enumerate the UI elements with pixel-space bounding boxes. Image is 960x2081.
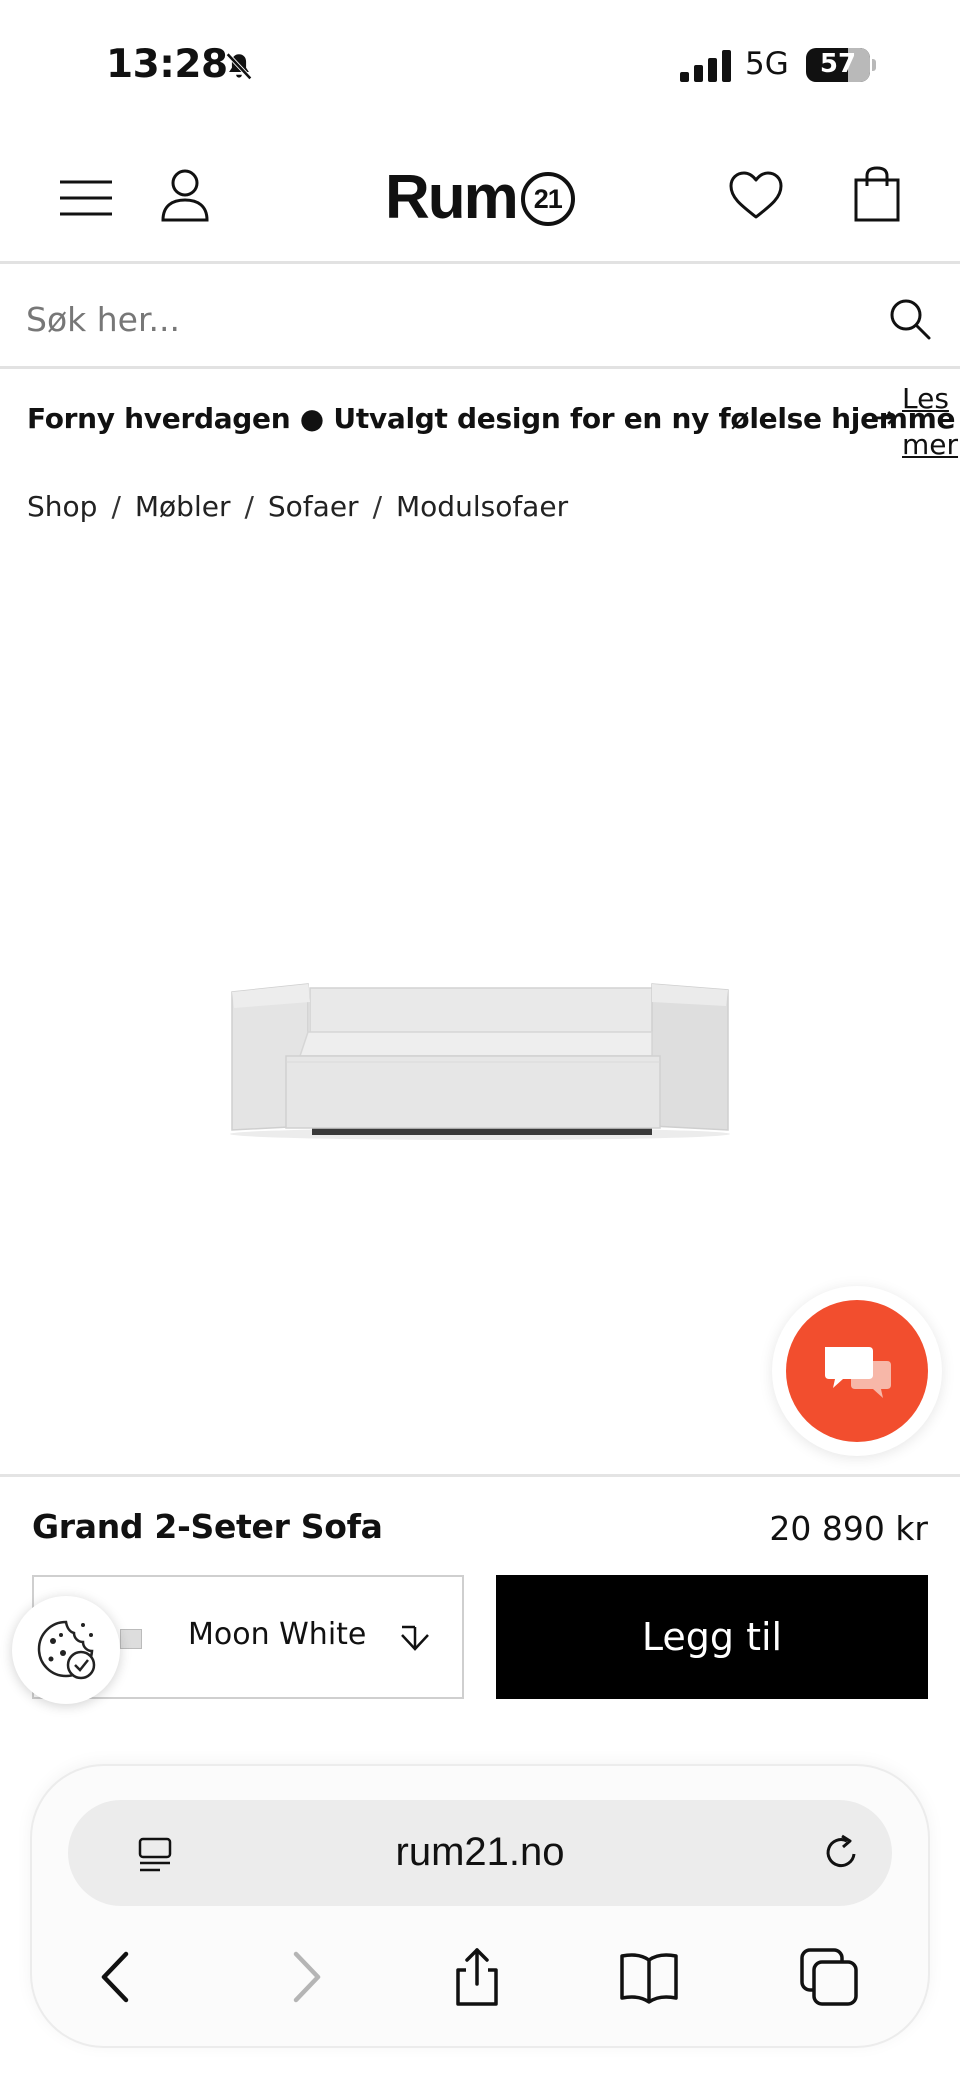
promo-banner: Forny hverdagen ● Utvalgt design for en … (0, 372, 960, 472)
breadcrumb-separator: / (244, 489, 254, 523)
tabs-button[interactable] (798, 1946, 860, 2008)
menu-icon[interactable] (58, 176, 114, 220)
tabs-icon (800, 1948, 858, 2006)
arrow-right-icon: → (870, 398, 897, 436)
site-header: Rum 21 (0, 132, 960, 264)
color-swatch (120, 1629, 142, 1649)
breadcrumb-modulsofaer[interactable]: Modulsofaer (396, 490, 568, 523)
logo-badge: 21 (520, 172, 575, 226)
breadcrumb-mobler[interactable]: Møbler (135, 490, 231, 523)
add-to-cart-button[interactable]: Legg til (496, 1575, 928, 1699)
status-bar: 13:28 5G 57 (0, 0, 960, 132)
bell-muted-icon (226, 52, 252, 80)
share-button[interactable] (446, 1946, 508, 2008)
user-icon[interactable] (160, 168, 210, 222)
product-bar: Grand 2-Seter Sofa 20 890 kr Moon White … (0, 1474, 960, 1774)
reload-icon[interactable] (820, 1832, 862, 1874)
search-input[interactable] (26, 289, 866, 349)
cookie-settings-button[interactable] (12, 1596, 120, 1704)
promo-text: Forny hverdagen ● Utvalgt design for en … (27, 402, 956, 435)
url-text: rum21.no (395, 1830, 565, 1874)
breadcrumb-separator: / (111, 489, 121, 523)
bookmarks-button[interactable] (618, 1946, 680, 2008)
logo-text: Rum (385, 162, 519, 232)
product-image[interactable] (220, 980, 740, 1140)
battery-level: 57 (819, 49, 857, 79)
browser-nav-row (32, 1928, 928, 2028)
chat-widget (772, 1286, 942, 1456)
search-icon[interactable] (888, 297, 932, 341)
variant-label: Moon White (188, 1617, 367, 1652)
logo[interactable]: Rum 21 (385, 162, 575, 232)
chat-button[interactable] (786, 1300, 928, 1442)
forward-arrow-icon (293, 1951, 321, 2003)
browser-toolbar: rum21.no (32, 1766, 928, 2046)
breadcrumb-separator: / (372, 489, 383, 523)
chevron-down-icon (401, 1625, 429, 1651)
breadcrumb-shop[interactable]: Shop (27, 490, 97, 523)
address-bar[interactable]: rum21.no (68, 1800, 892, 1906)
network-label: 5G (745, 46, 789, 82)
share-icon (456, 1948, 498, 2006)
forward-button[interactable] (274, 1946, 336, 2008)
battery-tip (872, 59, 876, 71)
chat-bubbles-icon (825, 1347, 891, 1398)
status-time: 13:28 (106, 42, 228, 87)
signal-icon (680, 50, 731, 82)
bag-icon[interactable] (854, 166, 900, 222)
book-icon (620, 1953, 678, 2004)
battery-icon: 57 (806, 48, 870, 82)
cookie-icon (37, 1620, 96, 1680)
product-price: 20 890 kr (769, 1509, 928, 1548)
breadcrumb: Shop / Møbler / Sofaer / Modulsofaer (27, 486, 568, 526)
heart-icon[interactable] (728, 170, 784, 220)
back-button[interactable] (86, 1946, 148, 2008)
read-more-link[interactable]: Les mer (902, 376, 958, 468)
product-name: Grand 2-Seter Sofa (32, 1507, 383, 1546)
breadcrumb-sofaer[interactable]: Sofaer (268, 490, 359, 523)
search-bar (0, 267, 960, 369)
back-arrow-icon (101, 1951, 129, 2003)
